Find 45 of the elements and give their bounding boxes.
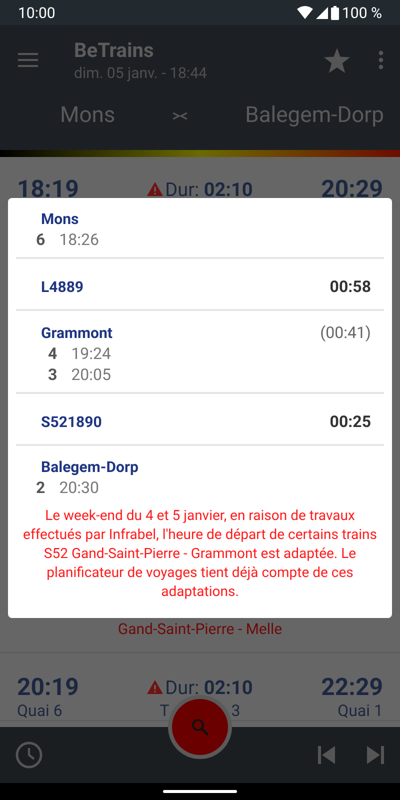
origin-station[interactable]: Mons <box>60 103 116 128</box>
stop-time: 20:30 <box>59 478 100 497</box>
battery-level: 100 % <box>342 4 382 22</box>
departure-time: 18:19 <box>17 175 79 203</box>
platform-number: 6 <box>36 230 46 249</box>
arrival-platform: Quai 1 <box>338 701 383 720</box>
stop-time: 20:05 <box>71 365 112 384</box>
destination-station[interactable]: Balegem-Dorp <box>245 103 384 128</box>
departure-time: 20:19 <box>17 673 79 701</box>
menu-icon[interactable] <box>18 53 38 67</box>
departure-platform: Quai 6 <box>17 701 62 720</box>
station-name: Balegem-Dorp <box>41 458 138 476</box>
arrival-time: 22:29 <box>321 673 383 701</box>
star-icon[interactable] <box>324 48 350 72</box>
clock-icon[interactable] <box>15 741 43 769</box>
wifi-icon <box>297 6 313 19</box>
search-icon <box>191 718 209 736</box>
train-number: L4889 <box>41 278 84 296</box>
signal-icon <box>316 6 328 18</box>
alert-text: Gand-Saint-Pierre - Melle <box>118 620 282 638</box>
duration: Dur: 02:10 <box>165 676 253 698</box>
train-count: T <box>160 701 170 720</box>
skip-next-icon[interactable] <box>366 746 384 764</box>
train-count: 3 <box>231 701 240 720</box>
platform-number: 4 <box>48 344 58 363</box>
swap-icon[interactable] <box>173 112 188 120</box>
stop-time: 19:24 <box>71 344 112 363</box>
disruption-message: Le week-end du 4 et 5 janvier, en raison de travaux effectués par Infrabel, l'heure de départ de certains trains S52 Gand-Saint-Pierre - Grammont est adaptée. Le planificateur de voyages tient déjà compte de ces adaptations. <box>22 507 378 602</box>
battery-icon <box>331 6 339 20</box>
app-title: BeTrains <box>74 38 155 62</box>
station-name: Grammont <box>41 324 112 342</box>
transfer-time: (00:41) <box>320 323 371 342</box>
platform-number: 2 <box>36 478 46 497</box>
status-time: 10:00 <box>18 4 56 22</box>
train-number: S521890 <box>41 412 102 430</box>
train-duration: 00:25 <box>330 412 371 431</box>
more-icon[interactable] <box>378 50 384 70</box>
train-duration: 00:58 <box>330 277 371 296</box>
search-button[interactable] <box>172 699 228 755</box>
stop-time: 18:26 <box>59 230 100 249</box>
arrival-time: 20:29 <box>321 175 383 203</box>
duration: Dur: 02:10 <box>165 178 253 200</box>
platform-number: 3 <box>48 365 58 384</box>
skip-previous-icon[interactable] <box>318 746 336 764</box>
station-name: Mons <box>41 210 79 228</box>
